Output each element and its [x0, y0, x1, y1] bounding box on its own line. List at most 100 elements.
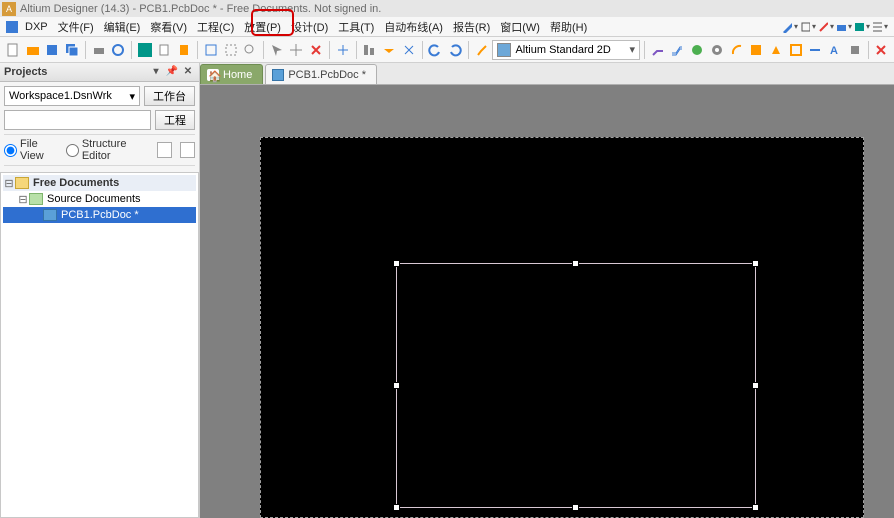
place-component-button[interactable] — [846, 40, 864, 60]
paste-button[interactable] — [175, 40, 193, 60]
zoom-area-button[interactable] — [222, 40, 240, 60]
toolbar-separator — [263, 41, 264, 59]
copy-button[interactable] — [156, 40, 174, 60]
project-input[interactable] — [4, 110, 151, 130]
workspace-select[interactable]: Workspace1.DsnWrk ▾ — [4, 86, 140, 106]
new-doc-button[interactable] — [4, 40, 22, 60]
toolbar-separator — [868, 41, 869, 59]
workspace-button[interactable]: 工作台 — [144, 86, 195, 106]
place-polygon-button[interactable] — [767, 40, 785, 60]
tree-source-docs[interactable]: ⊟ Source Documents — [3, 191, 196, 207]
structure-editor-label: Structure Editor — [82, 138, 151, 162]
panel-close-icon[interactable]: ✕ — [181, 65, 195, 79]
pcb-sheet[interactable] — [260, 137, 864, 518]
pcb-file-icon — [43, 209, 57, 221]
tool-list-icon[interactable] — [872, 19, 888, 35]
place-fill-button[interactable] — [747, 40, 765, 60]
tree-pcb-doc[interactable]: PCB1.PcbDoc * — [3, 207, 196, 223]
zoom-fit-button[interactable] — [202, 40, 220, 60]
toolbar-separator — [131, 41, 132, 59]
display-mode-select[interactable]: ▾ — [492, 40, 640, 60]
place-arc-button[interactable] — [728, 40, 746, 60]
resize-handle-bottom-left[interactable] — [393, 504, 400, 511]
tool-pen-icon[interactable] — [782, 19, 798, 35]
place-pad-button[interactable] — [688, 40, 706, 60]
panel-pin-icon[interactable]: 📌 — [165, 65, 179, 79]
file-view-radio-input[interactable] — [4, 144, 17, 157]
cut-button[interactable] — [136, 40, 154, 60]
toolbar-separator — [85, 41, 86, 59]
resize-handle-top-right[interactable] — [752, 260, 759, 267]
print-button[interactable] — [90, 40, 108, 60]
menu-tools[interactable]: 工具(T) — [333, 17, 379, 37]
menu-report[interactable]: 报告(R) — [448, 17, 495, 37]
resize-handle-mid-right[interactable] — [752, 382, 759, 389]
select-button[interactable] — [268, 40, 286, 60]
menu-file[interactable]: 文件(F) — [53, 17, 99, 37]
tab-pcb-doc[interactable]: PCB1.PcbDoc * — [265, 64, 377, 84]
clear-button[interactable] — [400, 40, 418, 60]
board-outline-selection[interactable] — [396, 263, 756, 508]
chevron-down-icon: ▾ — [129, 90, 135, 103]
menu-autoroute[interactable]: 自动布线(A) — [379, 17, 448, 37]
toolbar-separator — [644, 41, 645, 59]
panel-option-icon[interactable] — [157, 142, 172, 158]
save-button[interactable] — [43, 40, 61, 60]
resize-handle-mid-left[interactable] — [393, 382, 400, 389]
structure-editor-radio-input[interactable] — [66, 144, 79, 157]
project-tree: ⊟ Free Documents ⊟ Source Documents PCB1… — [0, 172, 199, 518]
cross-probe-button[interactable] — [334, 40, 352, 60]
menu-window[interactable]: 窗口(W) — [495, 17, 545, 37]
preview-button[interactable] — [109, 40, 127, 60]
menu-dxp[interactable]: DXP — [20, 19, 53, 35]
tool-select-icon[interactable] — [800, 19, 816, 35]
undo-button[interactable] — [426, 40, 444, 60]
route-track-button[interactable] — [649, 40, 667, 60]
resize-handle-top-left[interactable] — [393, 260, 400, 267]
toolbar-separator — [468, 41, 469, 59]
panel-option2-icon[interactable] — [180, 142, 195, 158]
panel-dropdown-icon[interactable]: ▾ — [149, 65, 163, 79]
zoom-selected-button[interactable] — [241, 40, 259, 60]
align-button[interactable] — [361, 40, 379, 60]
place-via-button[interactable] — [708, 40, 726, 60]
menu-project[interactable]: 工程(C) — [192, 17, 239, 37]
delete-button[interactable] — [872, 40, 890, 60]
filter-button[interactable] — [380, 40, 398, 60]
pcb-canvas[interactable] — [200, 85, 894, 518]
canvas-area: 🏠 Home PCB1.PcbDoc * — [200, 63, 894, 518]
menu-help[interactable]: 帮助(H) — [545, 17, 592, 37]
tab-home[interactable]: 🏠 Home — [200, 64, 263, 84]
save-all-button[interactable] — [63, 40, 81, 60]
place-line-button[interactable] — [807, 40, 825, 60]
redo-button[interactable] — [446, 40, 464, 60]
menu-place[interactable]: 放置(P) — [239, 17, 286, 37]
deselect-button[interactable] — [307, 40, 325, 60]
tree-collapse-icon[interactable]: ⊟ — [17, 193, 29, 206]
structure-editor-radio[interactable]: Structure Editor — [66, 138, 151, 162]
window-title: Altium Designer (14.3) - PCB1.PcbDoc * -… — [20, 3, 381, 15]
project-button[interactable]: 工程 — [155, 110, 195, 130]
menu-design[interactable]: 设计(D) — [286, 17, 333, 37]
dxp-icon — [4, 19, 20, 35]
move-button[interactable] — [288, 40, 306, 60]
tool-grid-icon[interactable] — [836, 19, 852, 35]
resize-handle-top-mid[interactable] — [572, 260, 579, 267]
resize-handle-bottom-right[interactable] — [752, 504, 759, 511]
menu-right-tools — [782, 19, 894, 35]
menu-view[interactable]: 察看(V) — [145, 17, 192, 37]
place-string-button[interactable]: A — [826, 40, 844, 60]
place-region-button[interactable] — [787, 40, 805, 60]
tool-layer-icon[interactable] — [854, 19, 870, 35]
open-button[interactable] — [24, 40, 42, 60]
tool-measure-icon[interactable] — [818, 19, 834, 35]
menu-edit[interactable]: 编辑(E) — [99, 17, 146, 37]
tree-root[interactable]: ⊟ Free Documents — [3, 175, 196, 191]
route-diff-button[interactable] — [669, 40, 687, 60]
toolbar-separator — [197, 41, 198, 59]
tree-collapse-icon[interactable]: ⊟ — [3, 177, 15, 190]
file-view-radio[interactable]: File View — [4, 138, 60, 162]
tree-root-label: Free Documents — [31, 177, 121, 189]
resize-handle-bottom-mid[interactable] — [572, 504, 579, 511]
help-button[interactable] — [473, 40, 491, 60]
